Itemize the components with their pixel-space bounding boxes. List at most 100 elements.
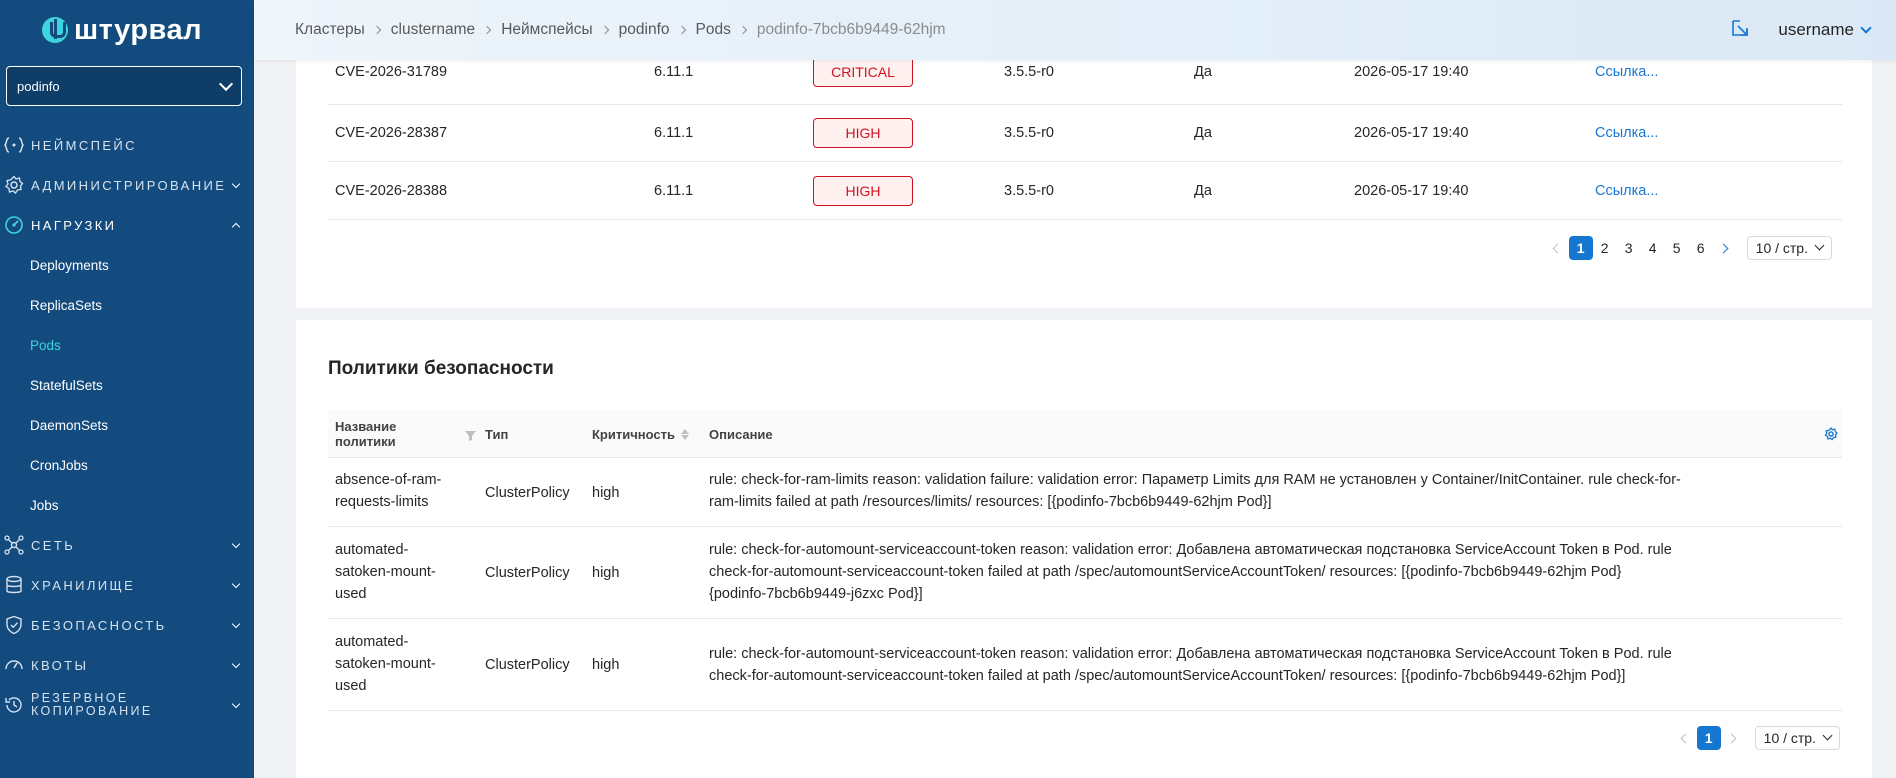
braces-icon <box>4 135 24 155</box>
policy-description-line: ram-limits failed at path /resources/lim… <box>709 494 1272 510</box>
chevron-down-icon <box>231 179 241 188</box>
vulnerabilities-pagination: 1 2 3 4 5 6 10 / стр. <box>1547 236 1832 260</box>
severity-badge-text: CRITICAL <box>813 57 913 87</box>
user-menu[interactable]: username <box>1778 20 1872 40</box>
sidebar-subitem-deployments[interactable]: Deployments <box>0 245 254 285</box>
sidebar-subitem-statefulsets[interactable]: StatefulSets <box>0 365 254 405</box>
dashboard-icon <box>4 215 24 235</box>
fixed-version: 3.5.5-r0 <box>1004 125 1054 141</box>
sidebar-menu: Неймспейс Администрирование Нагрузки Dep… <box>0 125 254 725</box>
column-settings-icon[interactable] <box>1824 410 1838 458</box>
breadcrumb: Кластеры clustername Неймспейсы podinfo … <box>295 21 946 39</box>
policy-severity: high <box>592 565 620 581</box>
policy-description: rule: check-for-automount-serviceaccount… <box>709 539 1819 605</box>
policy-name-text: absence-of-ram-requests-limits <box>335 469 441 513</box>
gear-icon <box>4 175 24 195</box>
breadcrumb-pods[interactable]: Pods <box>696 21 731 39</box>
namespace-select[interactable]: podinfo <box>6 66 242 106</box>
policy-name-text: automated-satoken-mount-used <box>335 631 436 697</box>
table-row: CVE-2026-28387 6.11.1 HIGH 3.5.5-r0 Да 2… <box>328 105 1842 162</box>
date: 2026-05-17 19:40 <box>1354 64 1469 80</box>
cve-link[interactable]: Ссылка... <box>1595 125 1658 141</box>
sidebar-subitem-cronjobs[interactable]: CronJobs <box>0 445 254 485</box>
breadcrumb-namespaces[interactable]: Неймспейсы <box>501 21 592 39</box>
page-5[interactable]: 5 <box>1665 236 1689 260</box>
sidebar-item-security[interactable]: Безопасность <box>0 605 254 645</box>
sidebar-subitem-daemonsets[interactable]: DaemonSets <box>0 405 254 445</box>
policy-description-line: check-for-automount-serviceaccount-token… <box>709 564 1622 580</box>
column-header-label-line: политики <box>335 434 396 449</box>
sidebar-item-label: Безопасность <box>31 617 167 633</box>
chevron-right-icon <box>677 25 686 35</box>
severity-badge: HIGH <box>813 118 913 148</box>
sidebar-item-label: Неймспейс <box>31 137 137 153</box>
gauge-icon <box>4 655 24 675</box>
policies-pagination: 1 10 / стр. <box>1675 726 1840 750</box>
sidebar-item-label-line: Резервное <box>31 691 129 705</box>
policy-description-line: check-for-automount-serviceaccount-token… <box>709 668 1626 684</box>
date: 2026-05-17 19:40 <box>1354 182 1469 199</box>
chevron-down-icon <box>231 659 241 668</box>
breadcrumb-namespace[interactable]: podinfo <box>619 21 670 39</box>
page-4[interactable]: 4 <box>1641 236 1665 260</box>
sidebar-subitem-jobs[interactable]: Jobs <box>0 485 254 525</box>
policy-type: ClusterPolicy <box>485 485 570 501</box>
sidebar-item-administration[interactable]: Администрирование <box>0 165 254 205</box>
policy-description-text: rule: check-for-ram-limits reason: valid… <box>709 469 1681 513</box>
prev-page-button[interactable] <box>1547 243 1569 253</box>
sidebar-item-label: Администрирование <box>31 177 227 193</box>
filter-icon[interactable] <box>465 429 476 444</box>
installed-version: 6.11.1 <box>654 125 694 141</box>
policy-name-line: used <box>335 678 367 694</box>
vulnerabilities-card: CVE-2026-31789 6.11.1 CRITICAL 3.5.5-r0 … <box>296 40 1872 308</box>
column-header-label: Название политики <box>335 419 396 449</box>
page-size-select[interactable]: 10 / стр. <box>1746 236 1832 260</box>
policy-name-line: absence-of-ram- <box>335 472 442 488</box>
table-row: automated-satoken-mount-used ClusterPoli… <box>328 528 1842 619</box>
brand-logo[interactable]: штурвал <box>0 0 254 60</box>
breadcrumb-clusters[interactable]: Кластеры <box>295 21 365 39</box>
brand-name: штурвал <box>74 13 203 46</box>
sidebar-subitem-replicasets[interactable]: ReplicaSets <box>0 285 254 325</box>
sidebar-item-quotas[interactable]: Квоты <box>0 645 254 685</box>
page-size-select[interactable]: 10 / стр. <box>1754 726 1840 750</box>
sidebar-subitem-pods[interactable]: Pods <box>0 325 254 365</box>
sidebar-item-namespace[interactable]: Неймспейс <box>0 125 254 165</box>
sidebar-item-storage[interactable]: Хранилище <box>0 565 254 605</box>
severity-badge-text: HIGH <box>813 118 913 148</box>
prev-page-button[interactable] <box>1675 733 1697 743</box>
breadcrumb-cluster[interactable]: clustername <box>391 21 475 39</box>
chevron-down-icon <box>231 619 241 628</box>
cve-link[interactable]: Ссылка... <box>1595 64 1658 80</box>
page-6[interactable]: 6 <box>1689 236 1713 260</box>
policy-name-text: automated-satoken-mount-used <box>335 539 436 605</box>
chevron-right-icon <box>738 25 748 35</box>
sidebar-item-backup[interactable]: Резервное копирование <box>0 685 254 725</box>
column-header-severity[interactable]: Критичность <box>592 410 689 458</box>
external-link-icon[interactable] <box>1730 18 1750 43</box>
chevron-down-icon <box>1814 240 1825 251</box>
page-2[interactable]: 2 <box>1593 236 1617 260</box>
fixed-version: 3.5.5-r0 <box>1004 182 1054 199</box>
sidebar-item-label: Резервное копирование <box>31 692 230 718</box>
fixable: Да <box>1194 125 1212 141</box>
chevron-down-icon <box>231 699 241 708</box>
policy-type: ClusterPolicy <box>485 657 570 673</box>
cve-id: CVE-2026-28387 <box>335 125 448 141</box>
page-1[interactable]: 1 <box>1568 236 1593 260</box>
column-header-name: Название политики <box>335 410 476 458</box>
sidebar-item-workloads[interactable]: Нагрузки <box>0 205 254 245</box>
page-1[interactable]: 1 <box>1696 726 1721 750</box>
next-page-button[interactable] <box>1721 733 1743 743</box>
cve-link[interactable]: Ссылка... <box>1595 183 1658 199</box>
fixable: Да <box>1194 64 1212 80</box>
sidebar-item-label: Нагрузки <box>31 217 117 233</box>
sidebar-item-network[interactable]: Сеть <box>0 525 254 565</box>
page-3[interactable]: 3 <box>1617 236 1641 260</box>
logo-icon <box>42 17 68 43</box>
chevron-down-icon <box>1822 730 1833 741</box>
next-page-button[interactable] <box>1713 243 1735 253</box>
date: 2026-05-17 19:40 <box>1354 125 1469 141</box>
column-header-description: Описание <box>709 426 773 442</box>
network-icon <box>4 535 24 555</box>
